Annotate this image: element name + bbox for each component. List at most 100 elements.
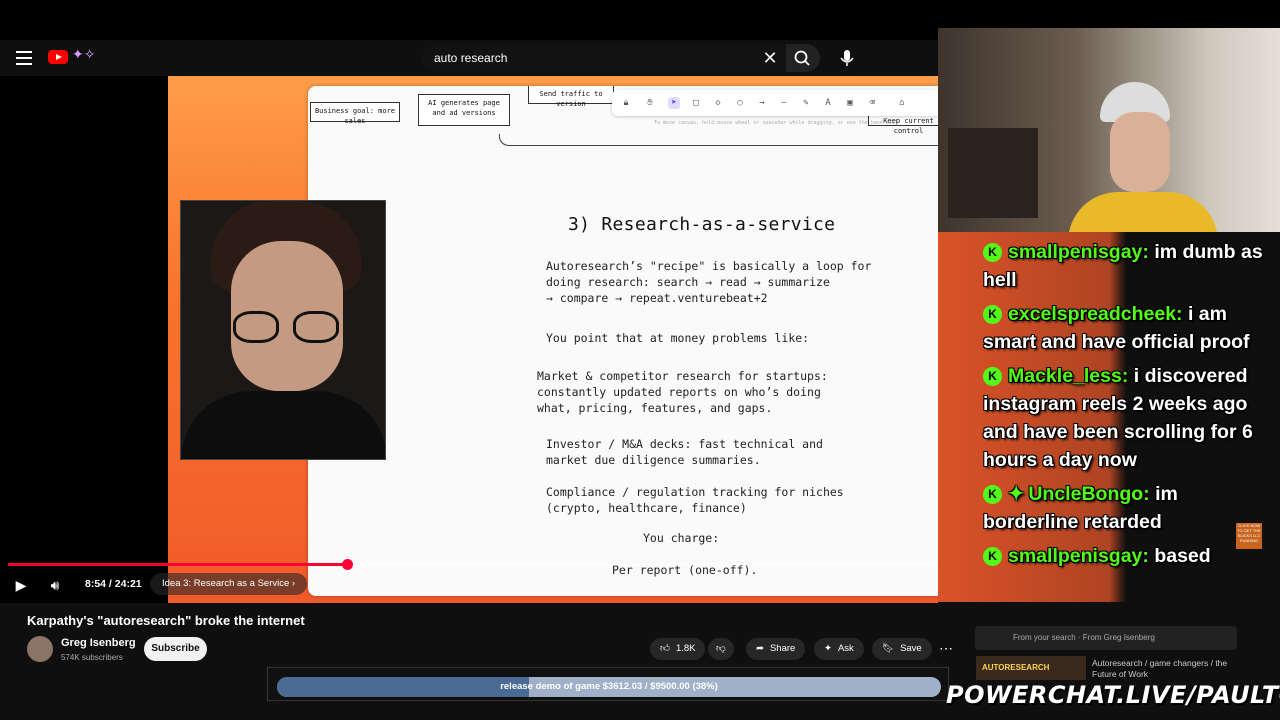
- chat-message: Kexcelspreadcheek: i am smart and have o…: [976, 294, 1276, 356]
- chat-username: smallpenisgay:: [1008, 545, 1149, 567]
- chat-message: Ksmallpenisgay: im dumb as hell: [976, 232, 1276, 294]
- streamer-face: [1110, 112, 1170, 192]
- like-button[interactable]: 👍︎ 1.8K: [650, 638, 706, 660]
- screen: ✦✧ auto research ✕ Business goal: more s…: [0, 0, 1280, 720]
- whiteboard-slide: Business goal: more sales AI generates p…: [308, 86, 938, 596]
- flow-loop-arrow: [496, 134, 938, 146]
- streamer-webcam: [938, 28, 1280, 232]
- select-tool-icon[interactable]: ➤: [668, 97, 680, 109]
- channel-name[interactable]: Greg Isenberg: [61, 637, 136, 649]
- rectangle-tool-icon[interactable]: □: [690, 97, 702, 109]
- chat-message: K Mackle_less: i discovered instagram ree…: [976, 356, 1276, 474]
- thumbs-up-icon: 👍︎: [660, 643, 670, 654]
- chat-message: Ksmallpenisgay: based: [976, 536, 1276, 570]
- subscribe-button[interactable]: Subscribe: [144, 637, 207, 661]
- sparkle-icon: ✦: [824, 643, 832, 654]
- ask-label: Ask: [837, 643, 854, 654]
- kick-badge-icon: K: [983, 367, 1002, 386]
- chat-username: smallpenisgay:: [1008, 241, 1149, 263]
- kick-badge-icon: K: [983, 243, 1002, 262]
- lock-tool-icon[interactable]: 🔒︎: [620, 97, 632, 109]
- diamond-tool-icon[interactable]: ◇: [712, 97, 724, 109]
- toolbar-hint: To move canvas, hold mouse wheel or spac…: [654, 120, 898, 126]
- share-button[interactable]: ➦ Share: [746, 638, 806, 660]
- line-tool-icon[interactable]: —: [778, 97, 790, 109]
- chat-message: K ✦ UncleBongo: im borderline retarded: [976, 474, 1276, 536]
- video-player[interactable]: Business goal: more sales AI generates p…: [0, 76, 938, 603]
- chat-username: UncleBongo:: [1028, 483, 1150, 505]
- chat-username: excelspreadcheek:: [1008, 303, 1183, 325]
- donation-progress-bar: release demo of game $3612.03 / $9500.00…: [277, 677, 941, 697]
- progress-remaining: [347, 563, 938, 566]
- time-display: 8:54 / 24:21: [85, 578, 142, 590]
- hamburger-menu-icon[interactable]: [16, 51, 32, 65]
- donation-goal-widget: release demo of game $3612.03 / $9500.00…: [267, 667, 949, 701]
- clear-search-icon[interactable]: ✕: [760, 48, 780, 68]
- slide-paragraph-you-charge: You charge:: [643, 531, 720, 545]
- eraser-tool-icon[interactable]: ⌫: [866, 97, 878, 109]
- doodle-sparkle-icon[interactable]: ✦✧: [72, 46, 108, 68]
- presenter-shirt: [181, 391, 385, 459]
- ellipse-tool-icon[interactable]: ○: [734, 97, 746, 109]
- search-icon: [794, 50, 810, 66]
- kick-badge-icon: K: [983, 305, 1002, 324]
- slide-paragraph-compliance: Compliance / regulation tracking for nic…: [546, 485, 844, 515]
- slide-paragraph-market-research: Market & competitor research for startup…: [537, 369, 828, 415]
- volume-icon[interactable]: 🔊︎: [46, 576, 64, 594]
- video-title: Karpathy's "autoresearch" broke the inte…: [27, 613, 305, 628]
- room-shelf: [948, 128, 1038, 218]
- bookmark-icon: 🔖︎: [882, 643, 895, 654]
- text-tool-icon[interactable]: A: [822, 97, 834, 109]
- ask-button[interactable]: ✦ Ask: [814, 638, 864, 660]
- slide-paragraph-money-problems: You point that at money problems like:: [546, 331, 810, 345]
- progress-played: [8, 563, 347, 566]
- kick-badge-icon: K: [983, 485, 1002, 504]
- save-label: Save: [900, 643, 922, 654]
- donation-goal-text: release demo of game $3612.03 / $9500.00…: [500, 681, 718, 692]
- flow-box-send-traffic: Send traffic to version: [528, 86, 614, 108]
- chapter-button[interactable]: Idea 3: Research as a Service ›: [150, 573, 308, 595]
- sidebar-thumbnail-label: AUTORESEARCH: [982, 663, 1050, 672]
- kick-badge-icon: K: [983, 547, 1002, 566]
- microphone-icon: [840, 50, 854, 66]
- subscriber-count: 574K subscribers: [61, 653, 123, 662]
- play-icon[interactable]: ▶: [12, 576, 30, 594]
- slide-paragraph-investor-decks: Investor / M&A decks: fast technical and…: [546, 437, 823, 467]
- chat-overlay: Ksmallpenisgay: im dumb as hell Kexcelspr…: [976, 232, 1276, 652]
- chapter-label: Idea 3: Research as a Service: [162, 578, 290, 589]
- youtube-header: ✦✧ auto research ✕: [0, 40, 940, 76]
- presenter-webcam: [180, 200, 386, 460]
- save-button[interactable]: 🔖︎ Save: [872, 638, 932, 660]
- image-tool-icon[interactable]: ▣: [844, 97, 856, 109]
- flow-box-business-goal: Business goal: more sales: [310, 102, 400, 125]
- search-input[interactable]: auto research: [422, 44, 786, 72]
- like-count: 1.8K: [675, 643, 696, 654]
- chat-text: based: [1154, 545, 1211, 567]
- slide-title: 3) Research-as-a-service: [568, 214, 836, 235]
- more-actions-icon[interactable]: ⋯: [934, 638, 958, 660]
- pencil-tool-icon[interactable]: ✎: [800, 97, 812, 109]
- video-progress-bar[interactable]: [8, 559, 938, 570]
- channel-avatar[interactable]: [27, 636, 53, 662]
- subscriber-badge-icon: ✦: [1008, 483, 1025, 505]
- chat-username: Mackle_less:: [1008, 365, 1129, 387]
- library-tool-icon[interactable]: ⌂: [896, 97, 908, 109]
- sidebar-thumbnail[interactable]: AUTORESEARCH: [976, 656, 1086, 680]
- video-left-black-band: [0, 76, 168, 603]
- flow-box-ai-generates: AI generates page and ad versions: [418, 94, 510, 126]
- dislike-button[interactable]: 👎︎: [708, 638, 734, 660]
- voice-search-button[interactable]: [832, 43, 862, 73]
- share-icon: ➦: [756, 643, 764, 654]
- hand-tool-icon[interactable]: ✋︎: [644, 97, 656, 109]
- drawing-toolbar: 🔒︎ ✋︎ ➤ □ ◇ ○ → — ✎ A ▣ ⌫ ⌂: [612, 90, 938, 116]
- slide-paragraph-recipe: Autoresearch’s "recipe" is basically a l…: [546, 259, 872, 305]
- search-button[interactable]: [786, 44, 820, 72]
- powerchat-brand: POWERCHAT.LIVE/PAULTOWN: [946, 681, 1280, 709]
- youtube-logo-icon[interactable]: [48, 50, 68, 64]
- arrow-tool-icon[interactable]: →: [756, 97, 768, 109]
- thumbs-down-icon: 👎︎: [716, 643, 726, 654]
- sidebar-next-title[interactable]: Autoresearch / game changers / the Futur…: [1092, 658, 1232, 680]
- share-label: Share: [769, 643, 796, 654]
- glasses-icon: [233, 311, 343, 343]
- player-controls: ▶ 🔊︎ 8:54 / 24:21 Idea 3: Research as a …: [0, 568, 938, 602]
